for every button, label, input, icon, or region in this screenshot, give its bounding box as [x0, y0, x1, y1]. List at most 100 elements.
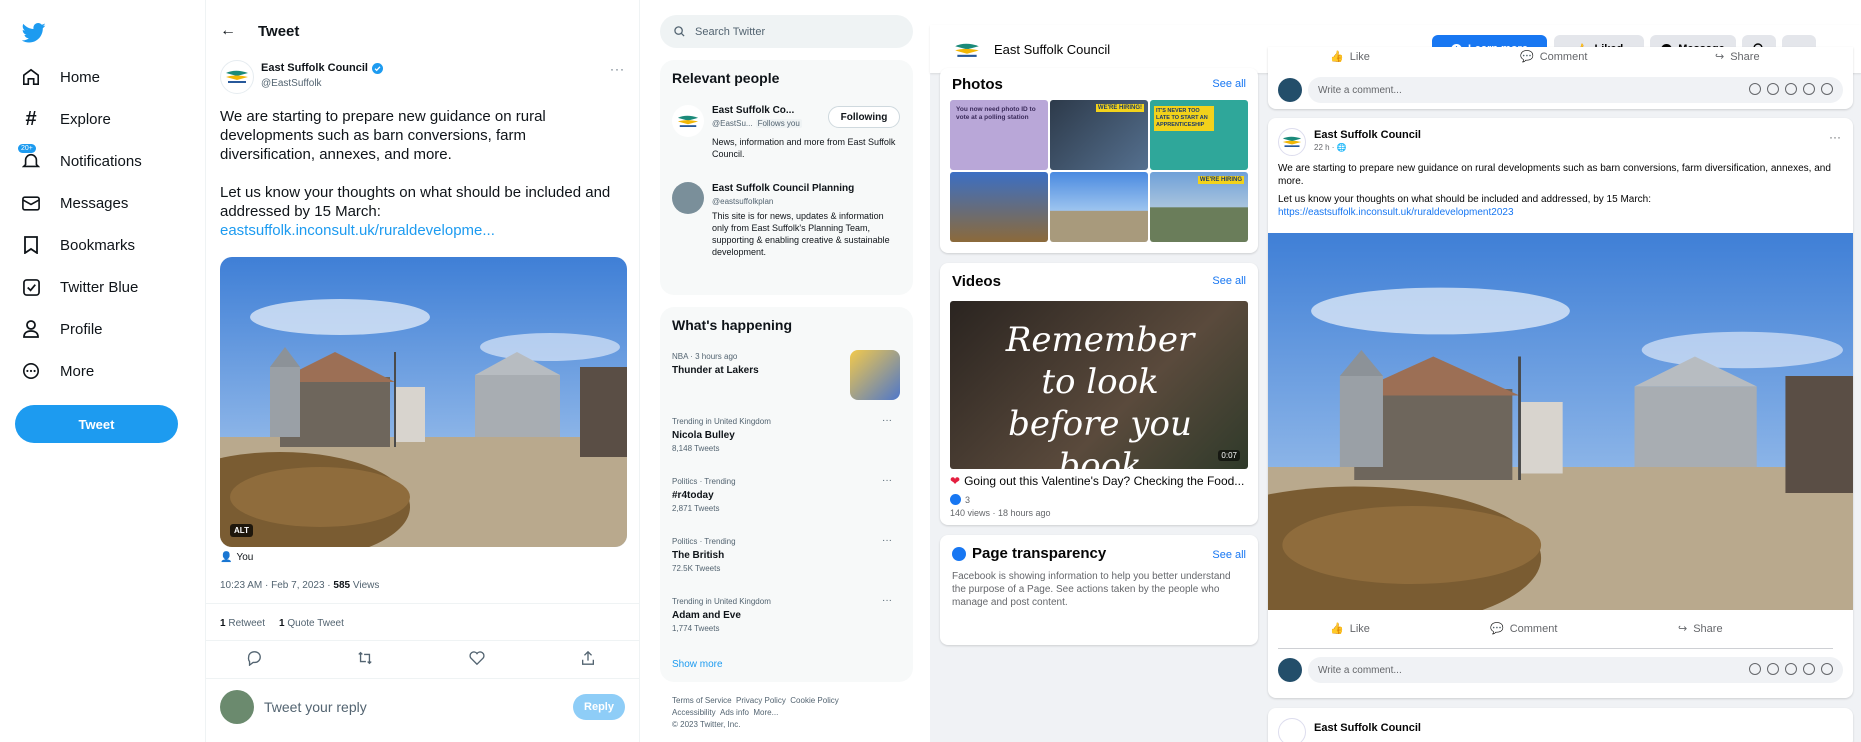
- nav-bookmarks[interactable]: Bookmarks: [20, 230, 135, 260]
- like-action[interactable]: 👍 Like: [1330, 622, 1370, 636]
- like-action[interactable]: 👍 Like: [1330, 50, 1370, 64]
- share-action[interactable]: ↪ Share: [1715, 50, 1760, 64]
- comment-input[interactable]: Write a comment...: [1308, 657, 1843, 683]
- photo-thumbnail[interactable]: [950, 172, 1048, 242]
- person-avatar[interactable]: [672, 182, 704, 214]
- show-more-link[interactable]: Show more: [672, 659, 723, 670]
- photo-thumbnail[interactable]: WE'RE HIRING!: [1050, 100, 1148, 170]
- see-all-link[interactable]: See all: [1212, 549, 1246, 561]
- author-avatar[interactable]: [220, 60, 254, 94]
- person-name[interactable]: East Suffolk Council Planning: [712, 183, 854, 194]
- trend-more-icon[interactable]: ···: [882, 415, 892, 426]
- share-icon: ↪: [1715, 51, 1725, 63]
- share-icon[interactable]: [580, 650, 596, 666]
- views-label: Views: [350, 580, 380, 591]
- person-name[interactable]: East Suffolk Co...: [712, 105, 794, 116]
- trend-more-icon[interactable]: ···: [882, 475, 892, 486]
- photo-caption: You now need photo ID to vote at a polli…: [956, 106, 1036, 121]
- footer-link[interactable]: Terms of Service: [672, 696, 732, 705]
- more-options-icon[interactable]: ···: [610, 62, 625, 76]
- page-avatar[interactable]: [952, 35, 982, 65]
- retweets-stat[interactable]: 1 Retweet: [220, 618, 265, 629]
- photo-thumbnail[interactable]: You now need photo ID to vote at a polli…: [950, 100, 1048, 170]
- trend-thumbnail[interactable]: [850, 350, 900, 400]
- nav-twitter-blue[interactable]: Twitter Blue: [20, 272, 138, 302]
- search-input[interactable]: Search Twitter: [695, 26, 765, 38]
- post-meta: 22 h · 🌐: [1314, 143, 1347, 152]
- search-bar[interactable]: Search Twitter: [660, 15, 913, 48]
- see-all-link[interactable]: See all: [1212, 275, 1246, 287]
- photo-thumbnail[interactable]: [1050, 172, 1148, 242]
- tagged-user[interactable]: 👤 You: [220, 552, 253, 563]
- trend-more-icon[interactable]: ···: [882, 595, 892, 606]
- footer-link[interactable]: More...: [753, 708, 778, 717]
- post-more-icon[interactable]: ···: [1829, 130, 1841, 144]
- reply-button[interactable]: Reply: [573, 694, 625, 720]
- comment-label: Comment: [1539, 50, 1588, 63]
- reply-icon[interactable]: [246, 650, 262, 666]
- comment-action[interactable]: 💬 Comment: [1490, 622, 1557, 636]
- reply-input[interactable]: Tweet your reply: [264, 699, 367, 715]
- comment-input[interactable]: Write a comment...: [1308, 77, 1843, 103]
- post-text: We are starting to prepare new guidance …: [1278, 162, 1843, 219]
- footer-link[interactable]: Ads info: [720, 708, 749, 717]
- video-caption-row[interactable]: ❤ Going out this Valentine's Day? Checki…: [950, 474, 1244, 488]
- tweet-button[interactable]: Tweet: [15, 405, 178, 443]
- following-button[interactable]: Following: [828, 106, 900, 128]
- footer-link[interactable]: Cookie Policy: [790, 696, 838, 705]
- trend-topic: Thunder at Lakers: [672, 365, 759, 376]
- post-author[interactable]: East Suffolk Council: [1314, 722, 1421, 734]
- footer-link[interactable]: Accessibility: [672, 708, 716, 717]
- post-link[interactable]: https://eastsuffolk.inconsult.uk/ruralde…: [1278, 206, 1843, 219]
- back-arrow-icon[interactable]: ←: [220, 22, 236, 40]
- trend-item[interactable]: NBA · 3 hours ago Thunder at Lakers: [672, 352, 759, 376]
- post-author[interactable]: East Suffolk Council: [1314, 129, 1421, 141]
- photo-caption: WE'RE HIRING: [1197, 176, 1244, 184]
- page-name[interactable]: East Suffolk Council: [994, 42, 1110, 57]
- my-avatar[interactable]: [1278, 658, 1302, 682]
- trend-item[interactable]: Trending in United Kingdom Adam and Eve …: [672, 597, 771, 633]
- photo-thumbnail[interactable]: IT'S NEVER TOO LATE TO START AN APPRENTI…: [1150, 100, 1248, 170]
- person-avatar[interactable]: [672, 105, 704, 137]
- nav-messages[interactable]: Messages: [20, 188, 128, 218]
- trend-more-icon[interactable]: ···: [882, 535, 892, 546]
- photos-card: Photos See all You now need photo ID to …: [940, 68, 1258, 253]
- see-all-link[interactable]: See all: [1212, 78, 1246, 90]
- nav-profile[interactable]: Profile: [20, 314, 103, 344]
- alt-badge[interactable]: ALT: [230, 524, 253, 537]
- author-name-row[interactable]: East Suffolk Council: [261, 62, 383, 74]
- like-icon[interactable]: [469, 650, 485, 666]
- trend-item[interactable]: Politics · Trending #r4today 2,871 Tweet…: [672, 477, 736, 513]
- photo-thumbnail[interactable]: WE'RE HIRING: [1150, 172, 1248, 242]
- trend-item[interactable]: Politics · Trending The British 72.5K Tw…: [672, 537, 736, 573]
- nav-home[interactable]: Home: [20, 62, 100, 92]
- post-avatar[interactable]: [1278, 718, 1306, 742]
- share-action[interactable]: ↪ Share: [1678, 622, 1723, 636]
- tweet-image[interactable]: ALT: [220, 257, 627, 547]
- my-avatar[interactable]: [220, 690, 254, 724]
- sticker-icon: [1749, 663, 1761, 675]
- footer-link[interactable]: Privacy Policy: [736, 696, 786, 705]
- avatar-sticker-icon: [1821, 83, 1833, 95]
- comment-action[interactable]: 💬 Comment: [1520, 50, 1588, 64]
- tweet-text-paragraph: Let us know your thoughts on what should…: [220, 184, 611, 220]
- nav-explore[interactable]: # Explore: [20, 104, 110, 134]
- nav-notifications[interactable]: 20+ Notifications: [18, 144, 142, 176]
- card-title: What's happening: [672, 317, 792, 333]
- tweet-link[interactable]: eastsuffolk.inconsult.uk/ruraldevelopme.…: [220, 221, 620, 240]
- quotes-stat[interactable]: 1 Quote Tweet: [279, 618, 344, 629]
- post-avatar[interactable]: [1278, 128, 1306, 156]
- trend-item[interactable]: Trending in United Kingdom Nicola Bulley…: [672, 417, 771, 453]
- tweet-actions: [246, 650, 596, 666]
- my-avatar[interactable]: [1278, 78, 1302, 102]
- avatar-sticker-icon: [1821, 663, 1833, 675]
- post-image[interactable]: [1268, 233, 1853, 610]
- video-thumbnail[interactable]: Remember to look before you book 0:07: [950, 301, 1248, 469]
- twitter-logo-icon[interactable]: [22, 22, 46, 44]
- nav-label: Notifications: [60, 152, 142, 170]
- retweet-icon[interactable]: [357, 650, 373, 666]
- east-suffolk-logo-icon: [1282, 136, 1302, 147]
- nav-more[interactable]: More: [20, 356, 94, 386]
- person-icon: 👤: [220, 552, 233, 563]
- video-reactions[interactable]: 3: [950, 494, 970, 505]
